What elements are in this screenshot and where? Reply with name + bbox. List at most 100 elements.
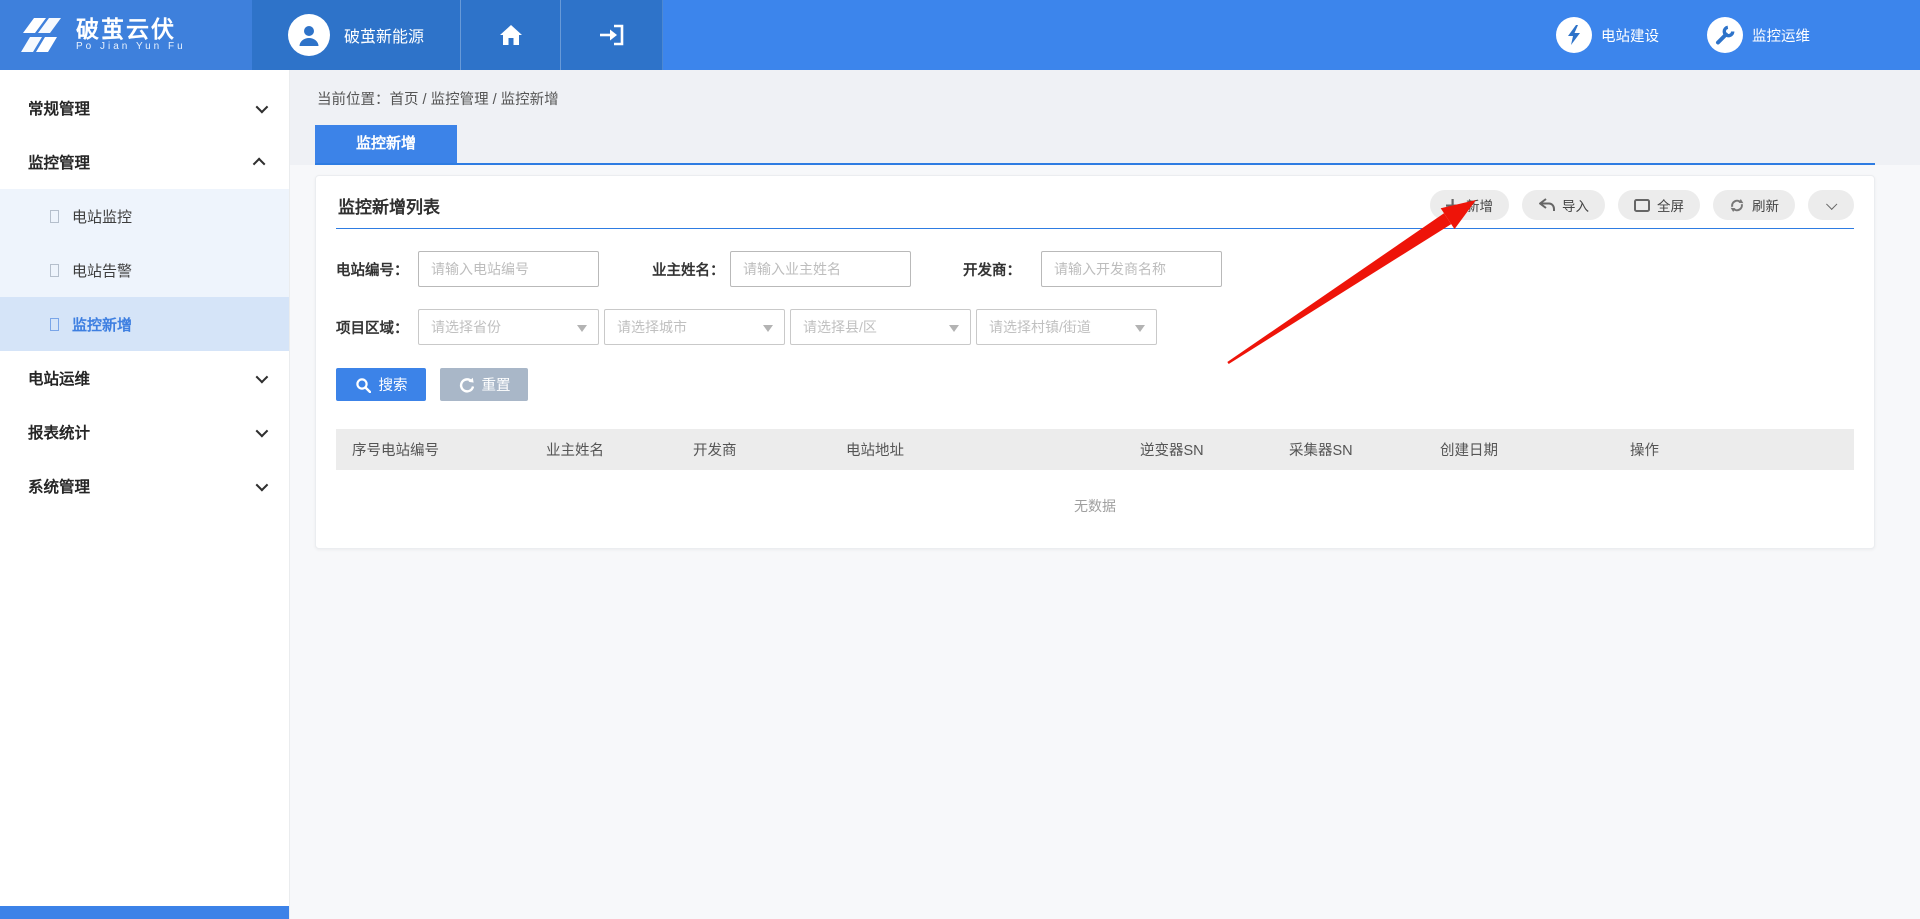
sidebar-item-monitor-add[interactable]: 监控新增: [0, 297, 289, 351]
chevron-down-icon: [256, 370, 269, 383]
panel-toolbar: 新增 导入 全屏: [1430, 190, 1854, 220]
city-select[interactable]: 请选择城市: [604, 309, 785, 345]
sidebar: 常规管理 监控管理 电站监控 电站告警 监控新增 电站运维: [0, 70, 290, 919]
search-button-label: 搜索: [379, 374, 408, 395]
col-owner-name: 业主姓名: [546, 429, 693, 470]
village-select[interactable]: 请选择村镇/街道: [976, 309, 1157, 345]
panel-title: 监控新增列表: [336, 193, 440, 218]
col-station-code: 电站编号: [381, 429, 546, 470]
results-table: 序号 电站编号 业主姓名 开发商 电站地址 逆变器SN 采集器SN 创建日期 操…: [336, 429, 1854, 470]
province-select-placeholder: 请选择省份: [431, 317, 501, 337]
add-button[interactable]: 新增: [1430, 190, 1509, 220]
fullscreen-icon: [1634, 199, 1650, 212]
search-actions-row: 搜索 重置: [336, 368, 1854, 401]
add-button-label: 新增: [1466, 195, 1493, 215]
sidebar-item-station-alarm[interactable]: 电站告警: [0, 243, 289, 297]
chevron-down-icon: [256, 478, 269, 491]
dropdown-triangle-icon: [577, 325, 587, 332]
chevron-up-icon: [253, 157, 266, 170]
chevron-down-icon: [256, 424, 269, 437]
sidebar-item-monitor-mgmt[interactable]: 监控管理: [0, 135, 289, 189]
col-create-date: 创建日期: [1440, 429, 1630, 470]
project-region-label: 项目区域：: [336, 317, 418, 338]
col-collector-sn: 采集器SN: [1289, 429, 1440, 470]
station-code-input[interactable]: [418, 251, 599, 287]
user-menu[interactable]: 破茧新能源: [252, 0, 460, 70]
search-icon: [355, 377, 371, 393]
developer-input[interactable]: [1041, 251, 1222, 287]
page-body: 监控新增列表 新增 导: [290, 165, 1920, 574]
tab-row: 监控新增: [315, 125, 1875, 165]
home-icon: [499, 24, 523, 46]
monitor-add-list-panel: 监控新增列表 新增 导: [315, 175, 1875, 549]
sidebar-item-station-ops[interactable]: 电站运维: [0, 351, 289, 405]
search-form-row-2: 项目区域： 请选择省份 请选择城市 请选择县/区 请选择村镇/街道: [336, 309, 1854, 345]
dropdown-triangle-icon: [949, 325, 959, 332]
import-arrow-icon: [1538, 198, 1555, 213]
fullscreen-button-label: 全屏: [1657, 195, 1684, 215]
sidebar-footer-bar[interactable]: [0, 906, 289, 919]
sidebar-item-label: 电站运维: [28, 367, 90, 389]
reset-icon: [458, 377, 474, 393]
user-avatar-icon: [296, 22, 322, 48]
top-header-bar: 破茧云伏 Po Jian Yun Fu 破茧新能源: [0, 0, 1920, 70]
sidebar-item-general-mgmt[interactable]: 常规管理: [0, 81, 289, 135]
county-select[interactable]: 请选择县/区: [790, 309, 971, 345]
tab-monitor-add[interactable]: 监控新增: [315, 125, 457, 163]
chevron-down-icon: [256, 100, 269, 113]
import-button-label: 导入: [1562, 195, 1589, 215]
sidebar-item-station-monitor[interactable]: 电站监控: [0, 189, 289, 243]
login-arrow-icon: [599, 24, 625, 46]
nav-monitor-ops[interactable]: 监控运维: [1707, 17, 1810, 53]
empty-state-text: 无数据: [336, 470, 1854, 522]
fullscreen-button[interactable]: 全屏: [1618, 190, 1700, 220]
collapse-panel-button[interactable]: [1808, 190, 1854, 220]
sidebar-subitem-label: 电站告警: [72, 260, 132, 281]
home-button[interactable]: [460, 0, 560, 70]
top-right-nav: 电站建设 监控运维: [1556, 0, 1920, 70]
sidebar-item-system-mgmt[interactable]: 系统管理: [0, 459, 289, 513]
col-index: 序号: [336, 429, 381, 470]
search-form-row-1: 电站编号： 业主姓名： 开发商：: [336, 251, 1854, 287]
logo-subtitle: Po Jian Yun Fu: [76, 41, 186, 53]
sidebar-item-label: 系统管理: [28, 475, 90, 497]
city-select-placeholder: 请选择城市: [617, 317, 687, 337]
chevron-down-icon: [1826, 199, 1837, 210]
app-root: 破茧云伏 Po Jian Yun Fu 破茧新能源: [0, 0, 1920, 919]
sidebar-item-report-stats[interactable]: 报表统计: [0, 405, 289, 459]
owner-name-label: 业主姓名：: [652, 259, 730, 280]
submenu-bullet-icon: [50, 210, 59, 223]
sidebar-subitem-label: 电站监控: [72, 206, 132, 227]
owner-name-input[interactable]: [730, 251, 911, 287]
nav-monitor-ops-label: 监控运维: [1752, 25, 1810, 46]
logo-title: 破茧云伏: [76, 17, 186, 41]
sidebar-submenu-monitor: 电站监控 电站告警 监控新增: [0, 189, 289, 351]
col-actions: 操作: [1630, 429, 1854, 470]
logo[interactable]: 破茧云伏 Po Jian Yun Fu: [0, 0, 252, 70]
user-name: 破茧新能源: [344, 23, 424, 47]
nav-station-build[interactable]: 电站建设: [1556, 17, 1659, 53]
lightning-icon: [1556, 17, 1592, 53]
avatar: [288, 14, 330, 56]
submenu-bullet-icon: [50, 318, 59, 331]
plus-icon: [1446, 199, 1459, 212]
refresh-button[interactable]: 刷新: [1713, 190, 1795, 220]
search-button[interactable]: 搜索: [336, 368, 426, 401]
sidebar-subitem-label: 监控新增: [72, 314, 132, 335]
nav-station-build-label: 电站建设: [1601, 25, 1659, 46]
dropdown-triangle-icon: [763, 325, 773, 332]
col-inverter-sn: 逆变器SN: [1140, 429, 1289, 470]
panel-header: 监控新增列表 新增 导: [336, 190, 1854, 229]
province-select[interactable]: 请选择省份: [418, 309, 599, 345]
village-select-placeholder: 请选择村镇/街道: [989, 317, 1091, 337]
developer-label: 开发商：: [963, 259, 1041, 280]
import-button[interactable]: 导入: [1522, 190, 1605, 220]
dropdown-triangle-icon: [1135, 325, 1145, 332]
sidebar-item-label: 常规管理: [28, 97, 90, 119]
col-developer: 开发商: [693, 429, 846, 470]
reset-button-label: 重置: [482, 374, 511, 395]
refresh-icon: [1729, 198, 1745, 213]
reset-button[interactable]: 重置: [440, 368, 528, 401]
exit-button[interactable]: [560, 0, 663, 70]
breadcrumb-tab-band: 当前位置：首页 / 监控管理 / 监控新增 监控新增: [290, 70, 1920, 165]
